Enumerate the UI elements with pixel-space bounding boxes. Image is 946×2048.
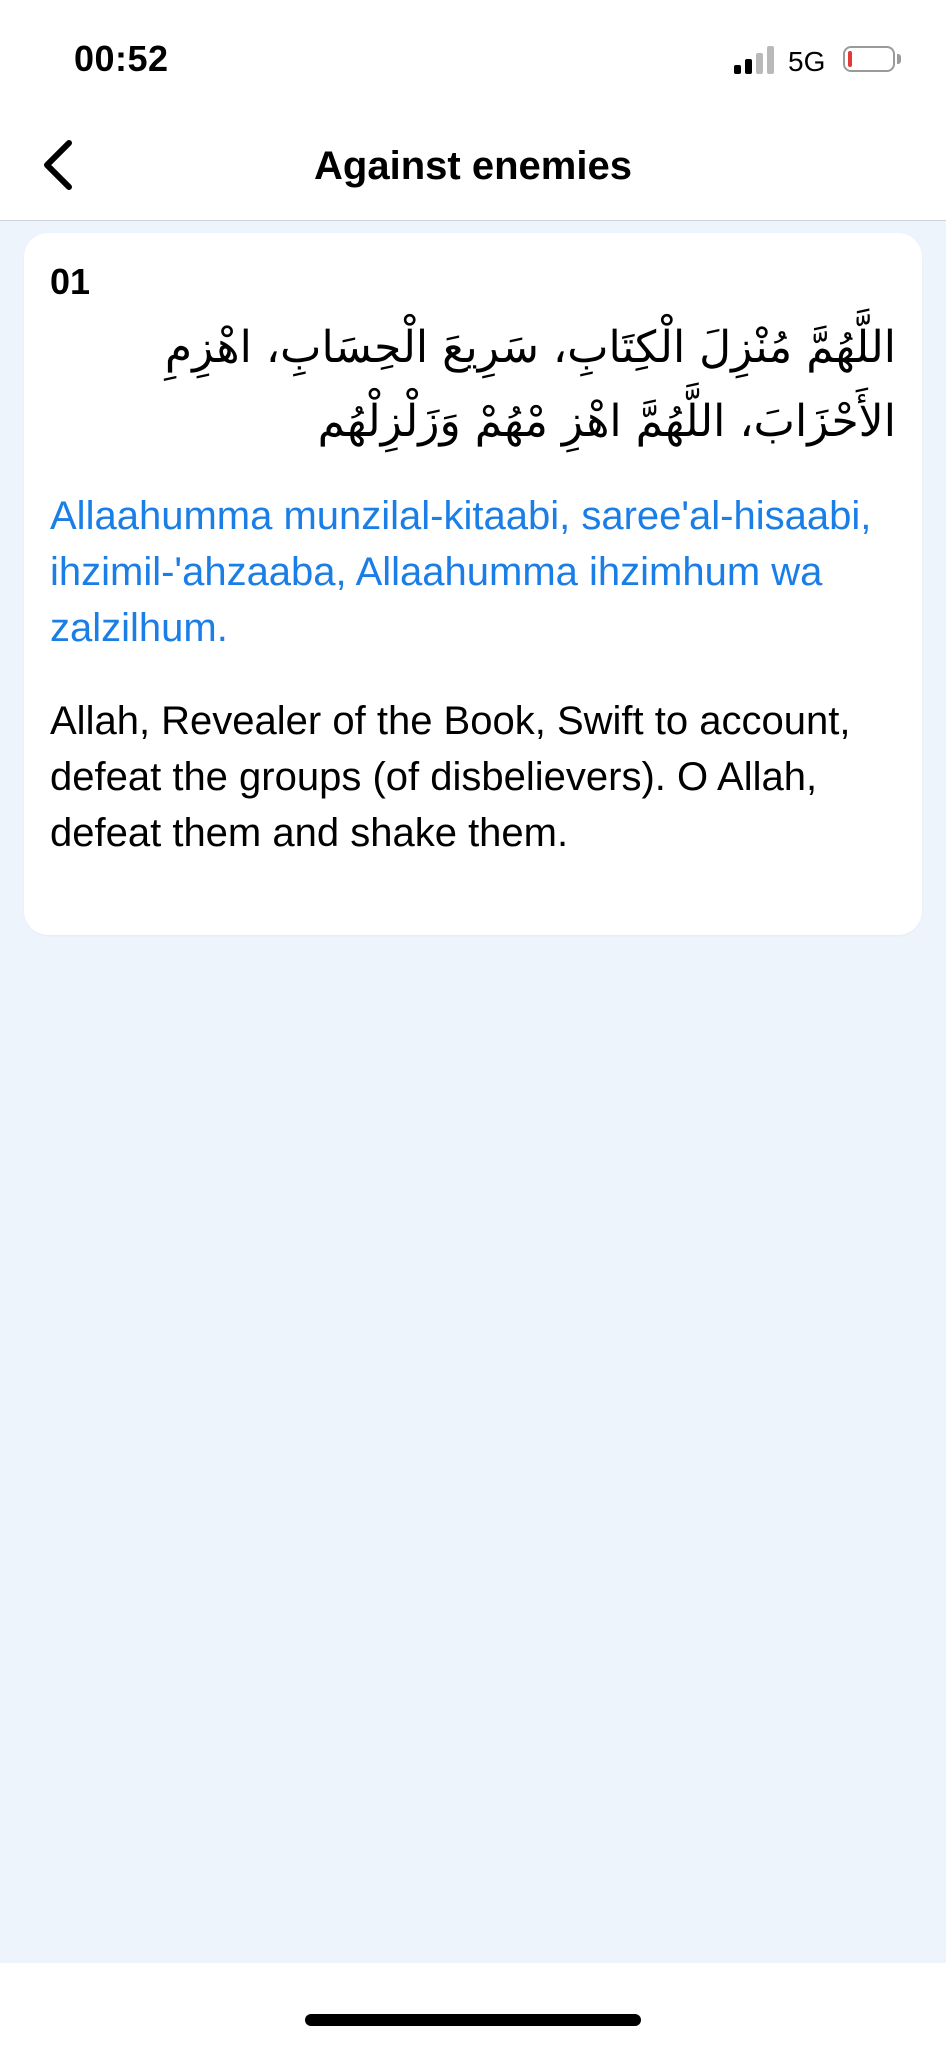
- arabic-text: اللَّهُمَّ مُنْزِلَ الْكِتَابِ، سَرِيعَ …: [164, 322, 896, 447]
- translation-text: Allah, Revealer of the Book, Swift to ac…: [50, 699, 851, 855]
- transliteration-text: Allaahumma munzilal-kitaabi, saree'al-hi…: [50, 494, 872, 650]
- signal-bar-2: [745, 59, 752, 74]
- signal-bar-1: [734, 65, 741, 74]
- dua-number: 01: [50, 261, 91, 302]
- home-indicator[interactable]: [305, 2014, 641, 2026]
- navigation-bar: Against enemies: [0, 110, 946, 221]
- status-time: 00:52: [74, 38, 169, 79]
- cellular-signal-icon: [734, 46, 776, 74]
- status-bar: 00:52 5G: [0, 0, 946, 110]
- page-title: Against enemies: [314, 144, 632, 188]
- signal-bar-4: [767, 46, 774, 74]
- dua-card: 01 اللَّهُمَّ مُنْزِلَ الْكِتَابِ، سَرِي…: [24, 233, 922, 935]
- battery-icon: [843, 46, 895, 72]
- signal-bar-3: [756, 53, 763, 74]
- battery-level: [848, 51, 852, 67]
- home-bar-area: [0, 1963, 946, 2048]
- network-type: 5G: [788, 46, 826, 77]
- battery-tip: [897, 54, 901, 64]
